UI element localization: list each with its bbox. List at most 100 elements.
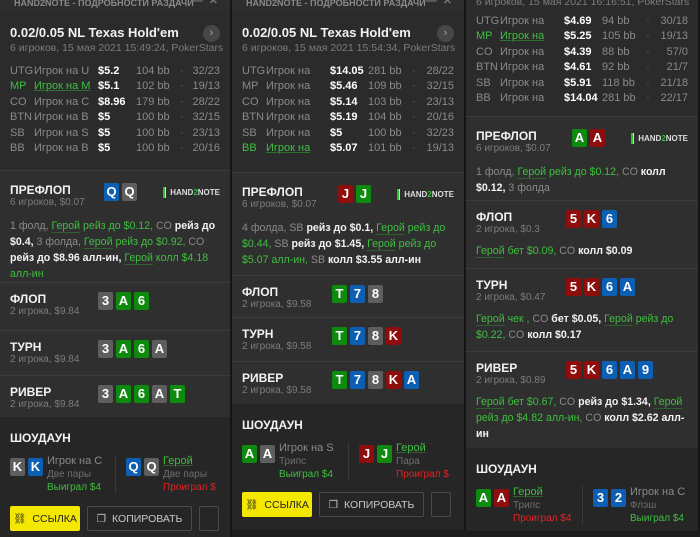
action-text: рейз до $0.1, xyxy=(306,222,377,234)
player-row: MP Игрок на M $5.1 102 bb · 19/13 xyxy=(10,79,220,94)
action-text: CO xyxy=(621,166,641,178)
showdown-title: ШОУДАУН xyxy=(10,431,71,445)
street-flop: ФЛОП 2 игрока, $9.58 T 7 8 xyxy=(232,275,464,317)
player-name[interactable]: Игрок на M xyxy=(34,79,98,94)
separator-dot: · xyxy=(180,141,184,154)
card: A xyxy=(572,129,587,147)
showdown-player: J J Герой Пара Проиграл $ xyxy=(348,442,454,481)
copy-button[interactable]: ❐ КОПИРОВАТЬ xyxy=(87,506,192,531)
window-title-bar: HAND2NOTE - ПОДРОБНОСТИ РАЗДАЧИ —✕ xyxy=(0,0,230,11)
hero-link[interactable]: Герой xyxy=(51,220,80,232)
more-button[interactable] xyxy=(431,492,451,517)
hero-link[interactable]: Герой xyxy=(124,252,153,264)
hero-link[interactable]: Герой xyxy=(476,313,505,325)
link-button[interactable]: ⛓ ССЫЛКА xyxy=(10,506,80,531)
card: 6 xyxy=(134,385,149,403)
hand2note-logo: HAND2NOTE xyxy=(163,187,220,198)
showdown-hands: K K Игрок на C Две пары Выиграл $4 Q Q Герой Две… xyxy=(10,455,220,494)
player-name[interactable]: Игрок на xyxy=(500,45,564,60)
card: A xyxy=(494,489,509,507)
showdown-player-name[interactable]: Герой xyxy=(396,442,449,455)
action-text: SB xyxy=(310,254,328,266)
showdown-player-name[interactable]: Игрок на C xyxy=(47,455,102,468)
copy-label: КОПИРОВАТЬ xyxy=(344,498,415,511)
showdown-cards: KK xyxy=(10,458,43,494)
action-text: 3 фолда xyxy=(508,182,550,194)
player-row: BB Игрок на B $5 100 bb · 20/16 xyxy=(10,141,220,156)
card: 9 xyxy=(638,361,653,379)
showdown-player-name[interactable]: Герой xyxy=(513,486,571,499)
minimize-icon[interactable]: — xyxy=(426,0,443,7)
showdown-player-name[interactable]: Игрок на S xyxy=(279,442,334,455)
hero-link[interactable]: Герой xyxy=(84,236,113,248)
logo-text: HAND2NOTE xyxy=(404,190,454,199)
hero-link[interactable]: Герой xyxy=(654,396,683,408)
next-hand-button[interactable]: › xyxy=(437,25,454,42)
player-stack-bb: 103 bb xyxy=(368,95,402,108)
player-name[interactable]: Игрок на xyxy=(266,95,330,110)
next-hand-button[interactable]: › xyxy=(203,25,220,42)
card: T xyxy=(332,371,347,389)
player-name[interactable]: Игрок на U xyxy=(34,64,98,79)
hero-link[interactable]: Герой xyxy=(604,313,633,325)
street-actions: Герой бет $0.09, CO колл $0.09 xyxy=(476,243,688,259)
card: 6 xyxy=(602,210,617,228)
window-controls: —✕ xyxy=(426,0,458,7)
separator-dot: · xyxy=(180,111,184,124)
player-row: BTN Игрок на $4.61 92 bb · 21/7 xyxy=(476,60,688,75)
player-name[interactable]: Игрок на xyxy=(500,76,564,91)
close-icon[interactable]: ✕ xyxy=(209,0,224,7)
card: J xyxy=(338,185,353,203)
player-name[interactable]: Игрок на S xyxy=(34,126,98,141)
player-position: CO xyxy=(476,45,493,58)
player-name[interactable]: Игрок на xyxy=(266,126,330,141)
hero-link[interactable]: Герой xyxy=(376,222,405,234)
close-icon[interactable]: ✕ xyxy=(443,0,458,7)
showdown-player-name[interactable]: Игрок на C xyxy=(630,486,685,499)
player-stack-bb: 102 bb xyxy=(136,80,170,93)
player-vpip-pfr: 21/18 xyxy=(660,76,688,89)
player-name[interactable]: Игрок на xyxy=(500,91,564,106)
action-text: CO xyxy=(559,245,579,257)
more-button[interactable] xyxy=(199,506,219,531)
hero-link[interactable]: Герой xyxy=(517,166,546,178)
player-name[interactable]: Игрок на xyxy=(500,29,564,44)
hero-cards: AA xyxy=(572,129,605,147)
card: A xyxy=(242,445,257,463)
logo-text: HAND2NOTE xyxy=(170,188,220,197)
board-cards: 3A6AT xyxy=(98,385,185,403)
action-text: CO xyxy=(532,313,552,325)
showdown-player-name[interactable]: Герой xyxy=(163,455,216,468)
copy-button[interactable]: ❐ КОПИРОВАТЬ xyxy=(319,492,424,517)
card: 7 xyxy=(350,327,365,345)
separator-dot: · xyxy=(646,15,650,27)
showdown-player: A A Герой Трипс Проиграл $4 xyxy=(476,486,582,525)
player-name[interactable]: Игрок на B xyxy=(34,110,98,125)
card: 3 xyxy=(593,489,608,507)
link-button[interactable]: ⛓ ССЫЛКА xyxy=(242,492,312,517)
card: 7 xyxy=(350,371,365,389)
player-name[interactable]: Игрок на xyxy=(266,110,330,125)
hero-link[interactable]: Герой xyxy=(367,238,396,250)
showdown-result: Выиграл $4 xyxy=(47,482,101,493)
player-name[interactable]: Игрок на C xyxy=(34,95,98,110)
street-actions: 1 фолд, Герой рейз до $0.12, CO рейз до … xyxy=(10,218,220,282)
player-name[interactable]: Игрок на xyxy=(500,60,564,75)
player-name[interactable]: Игрок на B xyxy=(34,141,98,156)
hero-link[interactable]: Герой xyxy=(476,245,505,257)
hero-link[interactable]: Герой xyxy=(476,396,505,408)
card: A xyxy=(152,385,167,403)
player-stack: $4.39 xyxy=(564,45,592,58)
player-name[interactable]: Игрок на xyxy=(266,64,330,79)
player-row: CO Игрок на $4.39 88 bb · 57/0 xyxy=(476,45,688,60)
card: 2 xyxy=(611,489,626,507)
player-vpip-pfr: 28/22 xyxy=(426,65,454,77)
player-name[interactable]: Игрок на xyxy=(266,141,330,156)
showdown-title: ШОУДАУН xyxy=(242,418,303,432)
player-name[interactable]: Игрок на xyxy=(500,14,564,29)
player-name[interactable]: Игрок на xyxy=(266,79,330,94)
card: A xyxy=(620,278,635,296)
minimize-icon[interactable]: — xyxy=(192,0,209,7)
board-cards: 5K6A xyxy=(566,278,635,296)
showdown-result: Проиграл $ xyxy=(396,469,449,480)
